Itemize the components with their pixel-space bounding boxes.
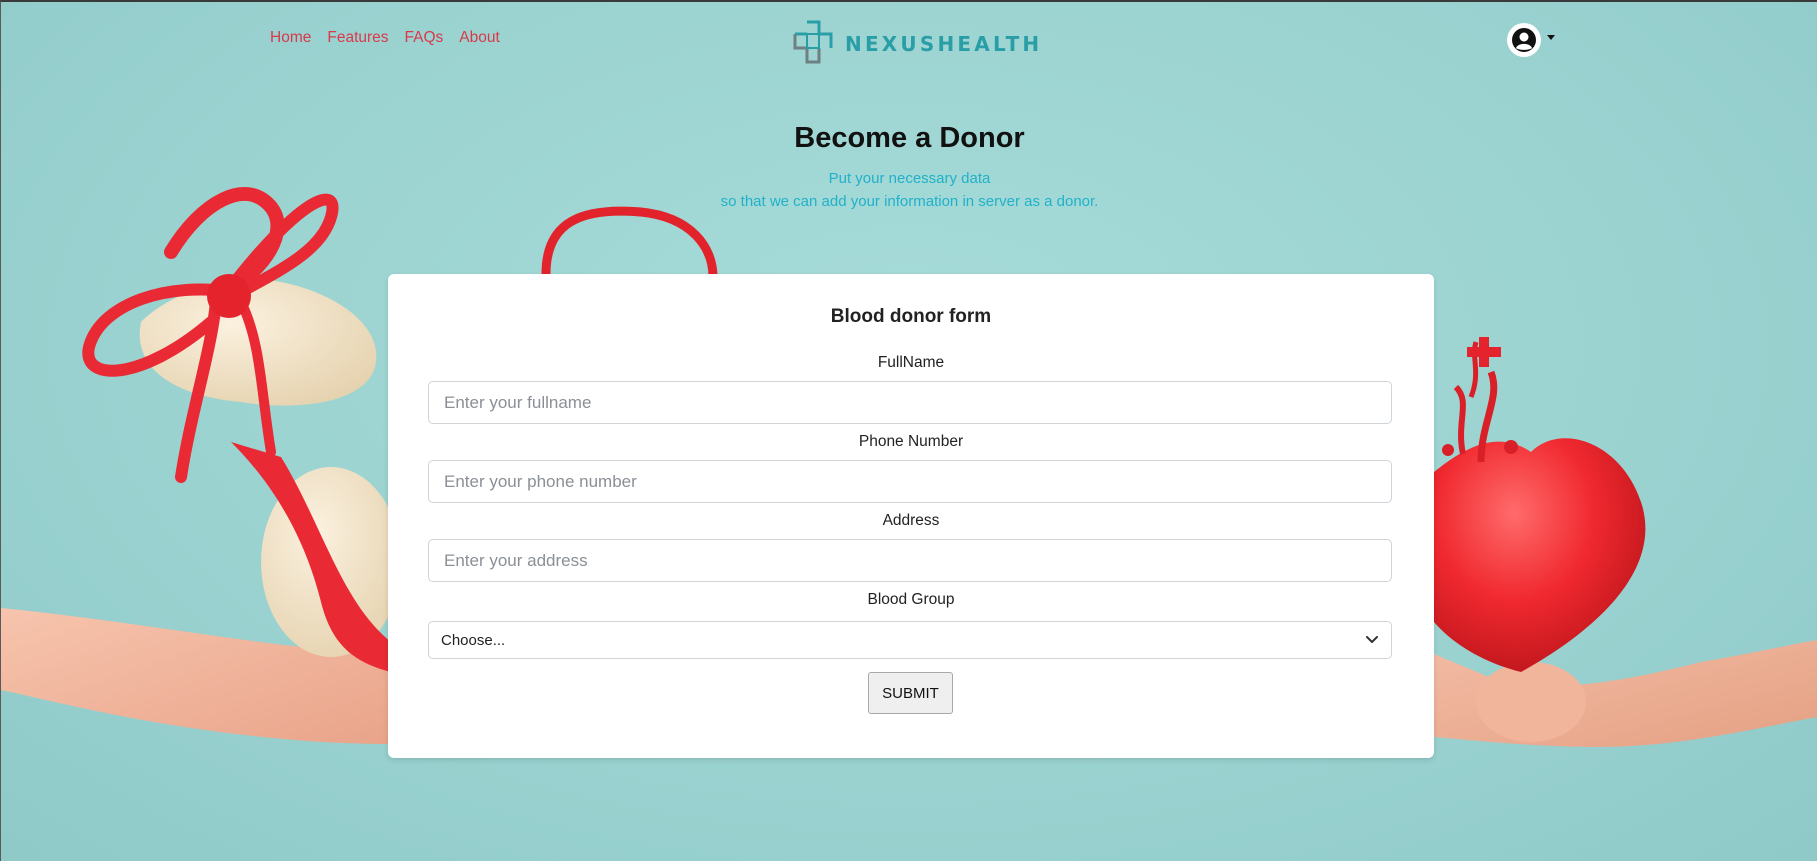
main-nav: Home Features FAQs About <box>270 29 516 47</box>
heart-art <box>1434 337 1646 672</box>
account-menu[interactable] <box>1507 23 1555 57</box>
address-label: Address <box>882 512 940 529</box>
brand-name: NEXUSHEALTH <box>845 32 1043 56</box>
nav-link-about[interactable]: About <box>459 29 500 47</box>
nav-link-home[interactable]: Home <box>270 29 311 47</box>
blood-group-select[interactable]: Choose... <box>428 621 1392 659</box>
page: Home Features FAQs About NEXUSHEALTH Bec… <box>0 0 1817 861</box>
blood-group-selected-value: Choose... <box>441 631 506 649</box>
phone-input[interactable] <box>428 460 1392 503</box>
page-title: Become a Donor <box>794 122 1025 154</box>
nav-link-faqs[interactable]: FAQs <box>405 29 444 47</box>
blood-group-label: Blood Group <box>867 591 955 608</box>
fullname-label: FullName <box>877 354 945 371</box>
blood-donor-form: Blood donor form FullName Phone Number A… <box>388 274 1434 758</box>
page-subtitle-line-2: so that we can add your information in s… <box>720 193 1099 210</box>
phone-label: Phone Number <box>858 433 964 450</box>
medical-cross-icon <box>793 20 835 68</box>
brand-logo[interactable]: NEXUSHEALTH <box>793 20 1042 68</box>
caret-down-icon <box>1547 34 1555 40</box>
chevron-down-icon <box>1365 632 1379 649</box>
user-circle-icon <box>1507 23 1541 57</box>
form-title: Blood donor form <box>830 306 992 327</box>
page-subtitle-line-1: Put your necessary data <box>828 170 991 187</box>
address-input[interactable] <box>428 539 1392 582</box>
fullname-input[interactable] <box>428 381 1392 424</box>
nav-link-features[interactable]: Features <box>327 29 388 47</box>
submit-button[interactable]: SUBMIT <box>868 672 953 714</box>
